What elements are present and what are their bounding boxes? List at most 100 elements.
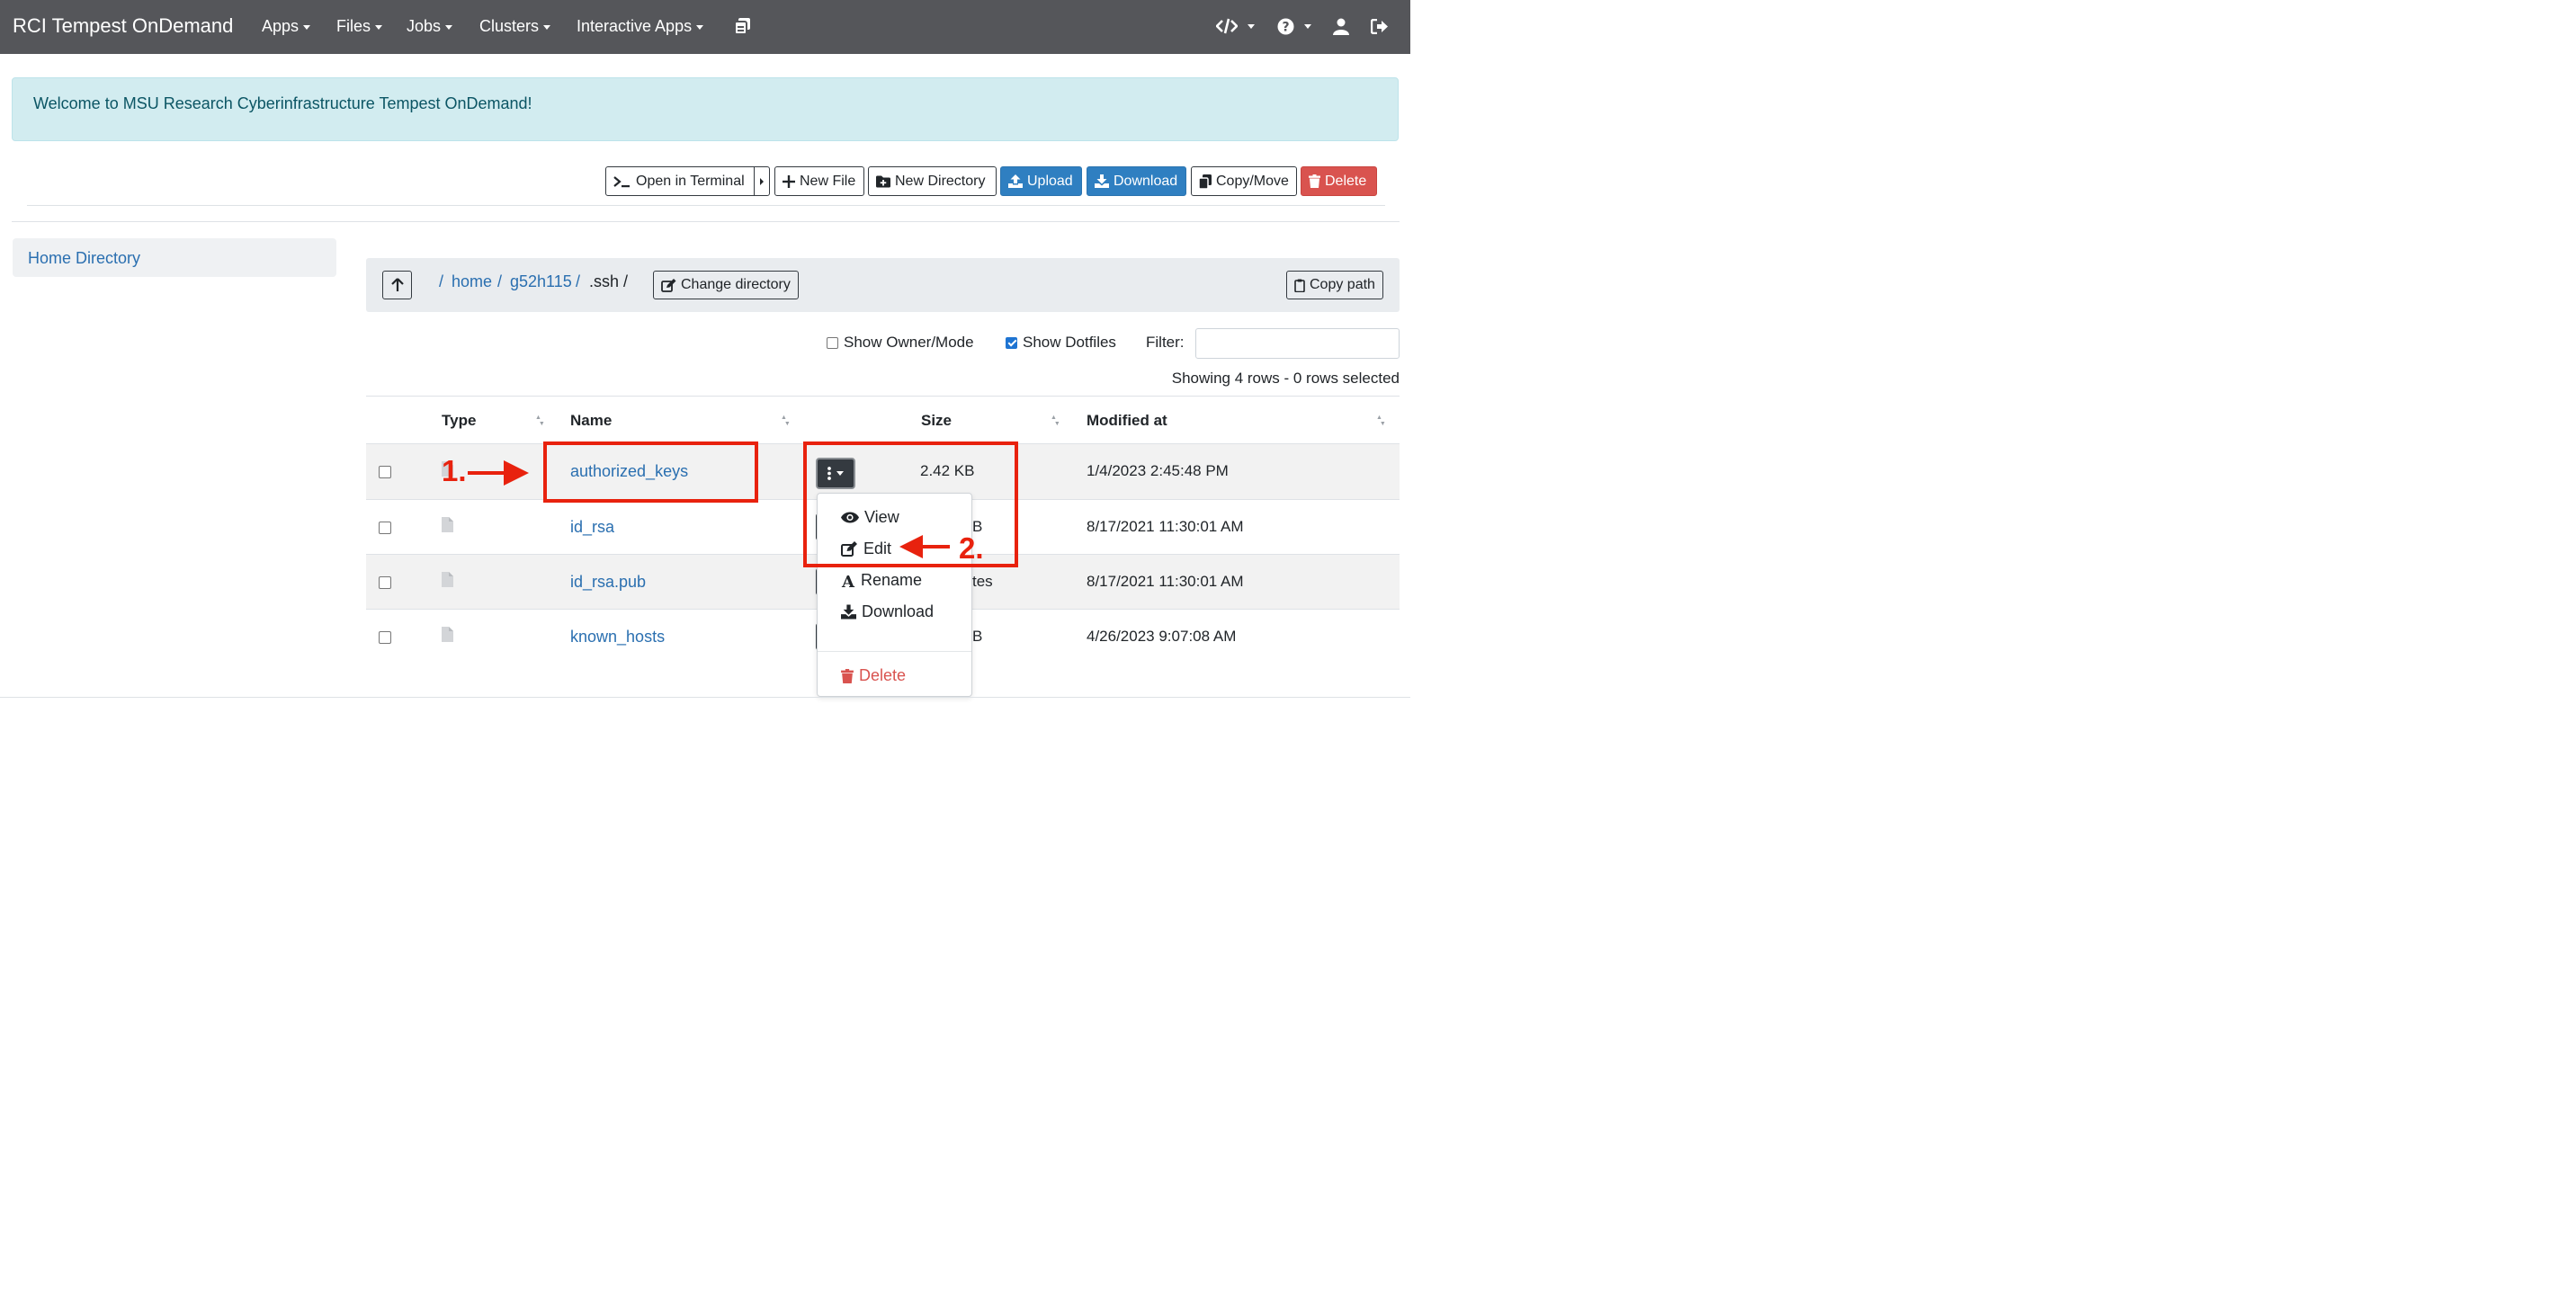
logout-icon[interactable] xyxy=(1370,18,1389,39)
clipboard-icon xyxy=(1294,279,1305,292)
filter-label: Filter: xyxy=(1146,334,1185,351)
column-header-name[interactable]: Name xyxy=(570,412,612,430)
arrow-up-icon xyxy=(390,278,404,291)
row-select[interactable] xyxy=(379,630,391,648)
dropdown-rename-label: Rename xyxy=(861,571,923,589)
upload-label: Upload xyxy=(1027,173,1073,189)
file-name-link[interactable]: known_hosts xyxy=(570,628,665,647)
dropdown-delete-label: Delete xyxy=(859,666,907,684)
new-directory-button[interactable]: New Directory xyxy=(868,166,997,196)
file-icon xyxy=(442,517,453,537)
trash-icon xyxy=(1309,174,1320,188)
sort-arrows-icon[interactable]: ▲ ▼ xyxy=(1376,415,1386,427)
copy-icon xyxy=(1199,174,1212,189)
user-icon[interactable] xyxy=(1333,18,1349,40)
new-file-button[interactable]: New File xyxy=(774,166,864,196)
breadcrumb-home[interactable]: home xyxy=(452,272,492,291)
copy-move-button[interactable]: Copy/Move xyxy=(1191,166,1297,196)
caret-down-icon xyxy=(1303,24,1311,29)
copy-path-label: Copy path xyxy=(1310,277,1375,292)
nav-files-menu[interactable]: Files xyxy=(336,17,383,36)
nav-jobs-menu[interactable]: Jobs xyxy=(407,17,453,36)
annotation-arrow-right-icon xyxy=(468,460,529,486)
breadcrumb-separator: / xyxy=(623,272,629,290)
help-icon: ? xyxy=(1277,18,1294,35)
column-header-modified[interactable]: Modified at xyxy=(1087,412,1167,430)
delete-button[interactable]: Delete xyxy=(1301,166,1377,196)
section-divider xyxy=(12,221,1400,222)
caret-right-icon xyxy=(760,177,764,185)
column-header-type[interactable]: Type xyxy=(442,412,476,430)
upload-button[interactable]: Upload xyxy=(1000,166,1082,196)
rows-status: Showing 4 rows - 0 rows selected xyxy=(1171,370,1400,387)
download-button[interactable]: Download xyxy=(1087,166,1186,196)
go-up-button[interactable] xyxy=(382,271,412,299)
developer-menu[interactable] xyxy=(1215,18,1255,39)
copy-move-label: Copy/Move xyxy=(1216,173,1289,189)
files-page: RCI Tempest OnDemand Apps Files Jobs Clu… xyxy=(0,0,1410,713)
terminal-options-toggle[interactable] xyxy=(754,166,770,196)
new-directory-label: New Directory xyxy=(895,173,986,189)
row-checkbox[interactable] xyxy=(379,576,391,589)
dropdown-download[interactable]: Download xyxy=(841,602,934,621)
help-menu[interactable]: ? xyxy=(1277,18,1311,40)
change-directory-button[interactable]: Change directory xyxy=(653,271,799,299)
code-icon xyxy=(1215,18,1239,34)
annotation-step-1: 1. xyxy=(442,454,467,487)
sort-arrows-icon[interactable]: ▲ ▼ xyxy=(781,415,791,427)
trash-icon xyxy=(841,668,854,683)
nav-interactive-apps-menu[interactable]: Interactive Apps xyxy=(577,17,704,36)
file-name-link[interactable]: id_rsa.pub xyxy=(570,573,646,592)
dropdown-rename[interactable]: A Rename xyxy=(841,571,922,590)
show-dotfiles-toggle[interactable]: Show Dotfiles xyxy=(1006,334,1116,352)
file-modified: 4/26/2023 9:07:08 AM xyxy=(1087,628,1237,645)
row-checkbox[interactable] xyxy=(379,631,391,644)
copy-path-button[interactable]: Copy path xyxy=(1286,271,1383,299)
dropdown-delete[interactable]: Delete xyxy=(841,666,906,685)
folder-plus-icon xyxy=(876,175,890,187)
nav-apps-menu[interactable]: Apps xyxy=(262,17,311,36)
welcome-alert: Welcome to MSU Research Cyberinfrastruct… xyxy=(12,77,1399,141)
file-size: B xyxy=(972,628,983,645)
nav-clusters-menu[interactable]: Clusters xyxy=(479,17,551,36)
terminal-icon xyxy=(613,175,630,187)
show-owner-mode-checkbox[interactable] xyxy=(827,336,838,349)
download-icon xyxy=(1095,174,1109,188)
delete-label: Delete xyxy=(1325,173,1367,189)
breadcrumb-current: .ssh xyxy=(589,272,620,290)
plus-icon xyxy=(783,174,795,188)
row-checkbox[interactable] xyxy=(379,522,391,534)
row-select[interactable] xyxy=(379,521,391,539)
brand-link[interactable]: RCI Tempest OnDemand xyxy=(13,14,233,38)
file-modified: 1/4/2023 2:45:48 PM xyxy=(1087,462,1229,479)
annotation-step-2: 2. xyxy=(959,531,984,565)
sidebar-item-home-directory[interactable]: Home Directory xyxy=(13,238,336,277)
change-directory-label: Change directory xyxy=(681,277,791,292)
filter-input[interactable] xyxy=(1195,328,1400,359)
show-owner-mode-toggle[interactable]: Show Owner/Mode xyxy=(827,334,974,352)
row-checkbox[interactable] xyxy=(379,466,391,478)
show-dotfiles-checkbox[interactable] xyxy=(1006,336,1017,349)
nav-interactive-apps-label: Interactive Apps xyxy=(577,17,693,35)
column-header-size[interactable]: Size xyxy=(921,412,952,430)
row-select[interactable] xyxy=(379,575,391,593)
dashboard-windows-icon[interactable] xyxy=(734,17,751,40)
show-dotfiles-label: Show Dotfiles xyxy=(1023,334,1116,351)
caret-down-icon xyxy=(445,24,453,30)
breadcrumb-user[interactable]: g52h115 xyxy=(510,272,572,291)
sort-arrows-icon[interactable]: ▲ ▼ xyxy=(535,415,545,427)
sort-arrows-icon[interactable]: ▲ ▼ xyxy=(1051,415,1060,427)
table-top-border xyxy=(366,396,1400,397)
path-bar: / home / g52h115 / .ssh / Change directo… xyxy=(366,258,1400,312)
caret-down-icon xyxy=(1247,24,1255,29)
row-select[interactable] xyxy=(379,465,391,483)
file-name-link[interactable]: id_rsa xyxy=(570,518,614,537)
nav-jobs-label: Jobs xyxy=(407,17,442,35)
caret-down-icon xyxy=(375,24,383,30)
open-in-terminal-button[interactable]: Open in Terminal xyxy=(605,166,755,196)
toolbar-divider xyxy=(27,205,1385,206)
footer-divider xyxy=(0,697,1410,698)
welcome-alert-text: Welcome to MSU Research Cyberinfrastruct… xyxy=(33,94,532,112)
caret-down-icon xyxy=(696,24,704,30)
nav-files-label: Files xyxy=(336,17,371,35)
